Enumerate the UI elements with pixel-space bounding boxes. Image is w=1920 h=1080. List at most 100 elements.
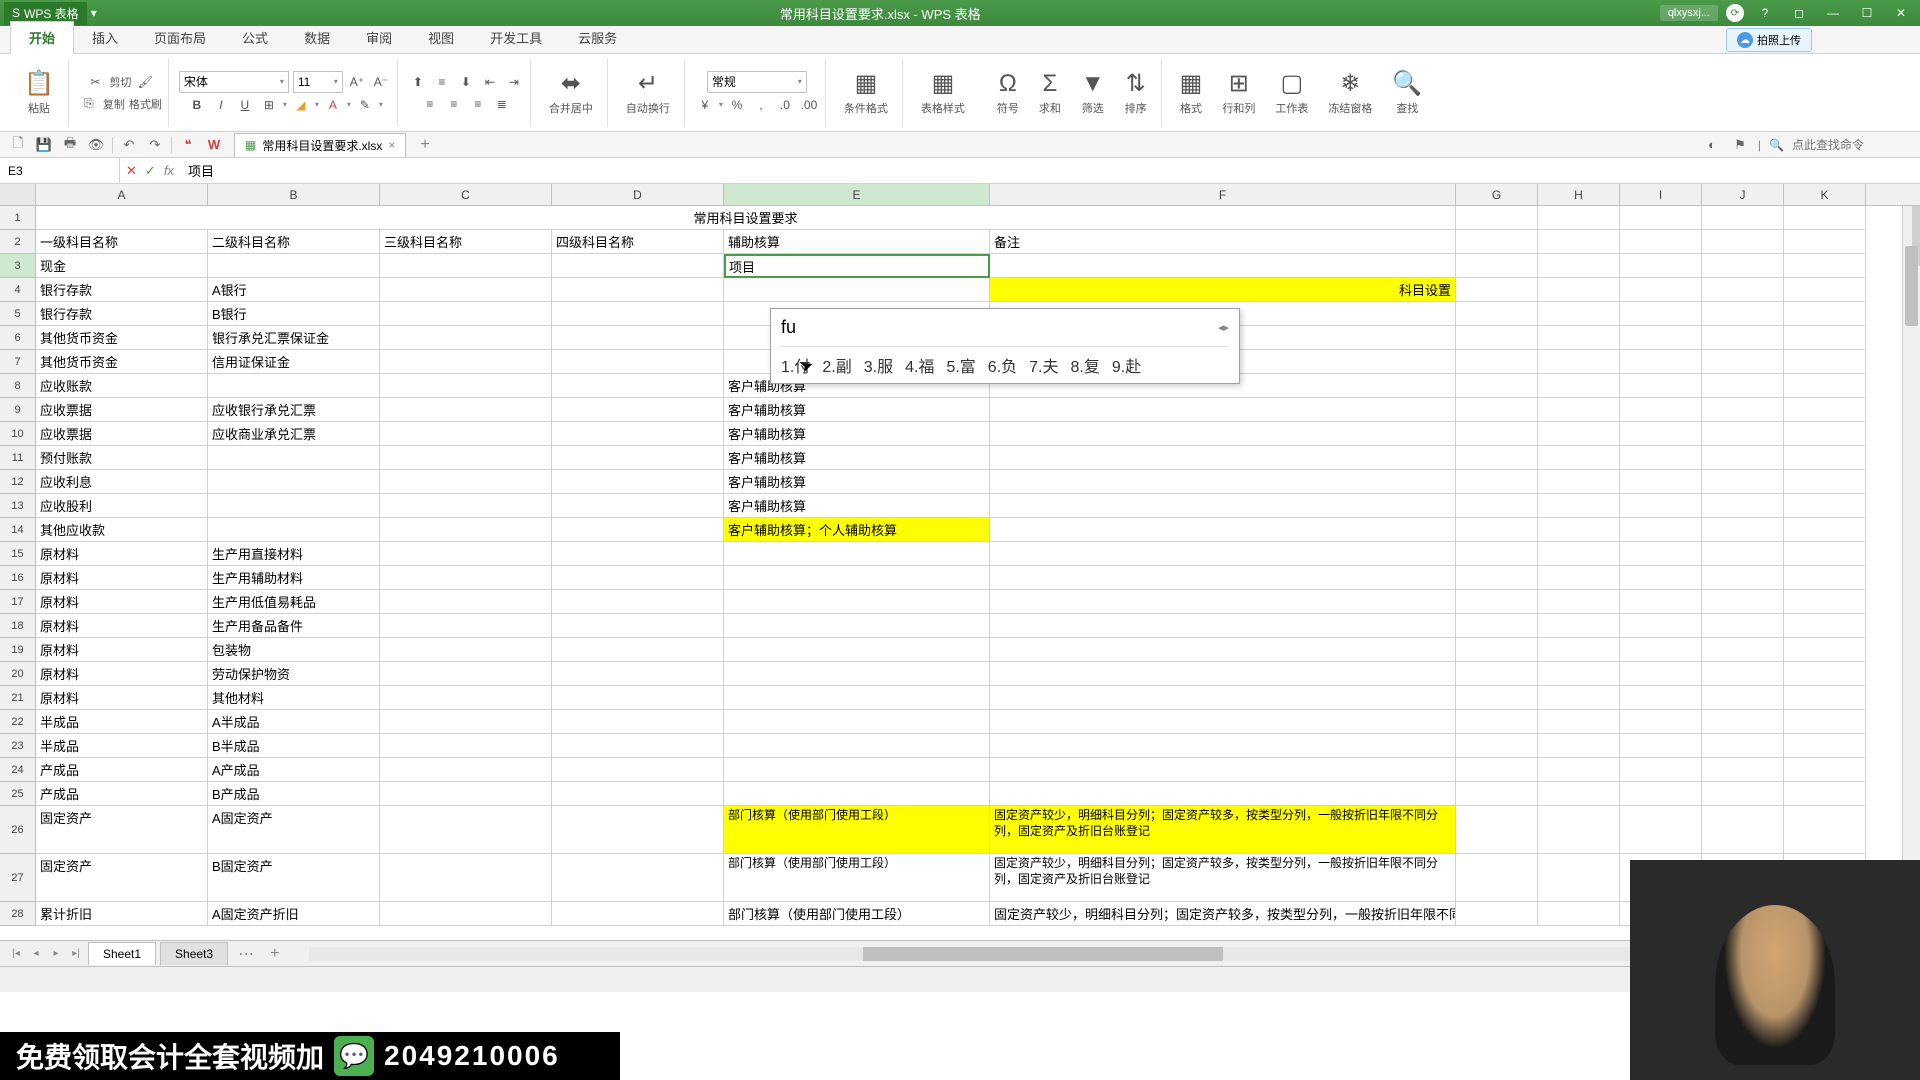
cell[interactable]: 固定资产较少，明细科目分列；固定资产较多，按类型分列，一般按折旧年限不同分列，固…	[990, 806, 1456, 854]
row-header[interactable]: 10	[0, 422, 36, 446]
cell[interactable]	[1538, 734, 1620, 758]
cell[interactable]	[1456, 758, 1538, 782]
cell[interactable]	[1620, 638, 1702, 662]
cell[interactable]	[1702, 398, 1784, 422]
cell[interactable]	[552, 710, 724, 734]
cell[interactable]	[1702, 422, 1784, 446]
cell[interactable]	[1620, 206, 1702, 230]
cell[interactable]: 原材料	[36, 566, 208, 590]
cell[interactable]	[552, 566, 724, 590]
row-header[interactable]: 3	[0, 254, 36, 278]
underline-button[interactable]: U	[235, 95, 255, 115]
cell[interactable]: B银行	[208, 302, 380, 326]
cell[interactable]	[380, 566, 552, 590]
cell[interactable]	[1702, 326, 1784, 350]
cell[interactable]	[1620, 278, 1702, 302]
row-header[interactable]: 19	[0, 638, 36, 662]
cell[interactable]	[380, 350, 552, 374]
row-header[interactable]: 8	[0, 374, 36, 398]
w-icon[interactable]: W	[204, 135, 224, 155]
cell[interactable]	[1620, 734, 1702, 758]
cell[interactable]	[990, 758, 1456, 782]
user-badge[interactable]: qlxysxj...	[1660, 5, 1718, 21]
cell[interactable]	[1702, 542, 1784, 566]
cell[interactable]	[380, 374, 552, 398]
cell[interactable]	[1620, 302, 1702, 326]
cell[interactable]	[208, 494, 380, 518]
row-header[interactable]: 7	[0, 350, 36, 374]
cell[interactable]	[1538, 782, 1620, 806]
align-mid-icon[interactable]: ≡	[432, 72, 452, 92]
cell[interactable]: 预付账款	[36, 446, 208, 470]
cell[interactable]	[1784, 254, 1866, 278]
cell[interactable]	[1784, 566, 1866, 590]
cell[interactable]	[1702, 494, 1784, 518]
maximize-button[interactable]: ☐	[1854, 4, 1880, 22]
cell[interactable]	[380, 542, 552, 566]
cell[interactable]	[208, 446, 380, 470]
cell[interactable]: 部门核算（使用部门使用工段）	[724, 902, 990, 926]
col-header[interactable]: H	[1538, 184, 1620, 205]
rowcol-button[interactable]: ⊞行和列	[1214, 65, 1263, 120]
cell[interactable]	[1784, 758, 1866, 782]
col-header[interactable]: K	[1784, 184, 1866, 205]
cell[interactable]	[1702, 686, 1784, 710]
cell[interactable]	[1456, 470, 1538, 494]
sum-button[interactable]: Σ求和	[1031, 66, 1069, 120]
save-icon[interactable]: 💾	[34, 135, 54, 155]
cell[interactable]	[990, 614, 1456, 638]
cell[interactable]	[1702, 518, 1784, 542]
cancel-icon[interactable]: ✕	[126, 163, 137, 179]
cell[interactable]: 生产用直接材料	[208, 542, 380, 566]
row-header[interactable]: 28	[0, 902, 36, 926]
cell[interactable]	[380, 782, 552, 806]
cell[interactable]	[552, 302, 724, 326]
sort-button[interactable]: ⇅排序	[1117, 65, 1155, 120]
cell[interactable]	[552, 446, 724, 470]
select-all-corner[interactable]	[0, 184, 36, 205]
cell[interactable]	[208, 254, 380, 278]
cell[interactable]	[1784, 470, 1866, 494]
cell[interactable]	[1620, 350, 1702, 374]
brush-icon[interactable]: 🖌	[135, 72, 155, 92]
cell[interactable]	[1784, 326, 1866, 350]
scroll-thumb[interactable]	[1905, 246, 1918, 326]
sheet-tab[interactable]: Sheet1	[88, 942, 156, 965]
paste-button[interactable]: 📋粘贴	[16, 65, 62, 120]
cell[interactable]: 四级科目名称	[552, 230, 724, 254]
cell[interactable]	[1456, 422, 1538, 446]
ime-candidate[interactable]: 3.服	[864, 353, 893, 377]
cell[interactable]: 其他货币资金	[36, 326, 208, 350]
col-header[interactable]: J	[1702, 184, 1784, 205]
help-icon[interactable]: ?	[1752, 4, 1778, 22]
cell[interactable]: 银行承兑汇票保证金	[208, 326, 380, 350]
cell[interactable]: 其他货币资金	[36, 350, 208, 374]
cell[interactable]	[1784, 686, 1866, 710]
row-header[interactable]: 17	[0, 590, 36, 614]
filter-button[interactable]: ▼筛选	[1073, 66, 1113, 120]
cell[interactable]: 客户辅助核算；个人辅助核算	[724, 518, 990, 542]
tab-insert[interactable]: 插入	[74, 22, 136, 53]
cell[interactable]: 半成品	[36, 734, 208, 758]
row-header[interactable]: 27	[0, 854, 36, 902]
cell[interactable]	[1538, 614, 1620, 638]
cell[interactable]	[990, 566, 1456, 590]
preview-icon[interactable]: 👁	[86, 135, 106, 155]
ime-candidate[interactable]: 4.福	[905, 353, 934, 377]
cell[interactable]: 原材料	[36, 638, 208, 662]
cell[interactable]	[1702, 566, 1784, 590]
cell[interactable]	[208, 470, 380, 494]
cell[interactable]	[1456, 374, 1538, 398]
cell[interactable]	[1702, 782, 1784, 806]
cell[interactable]	[380, 854, 552, 902]
cell[interactable]	[990, 518, 1456, 542]
cell[interactable]: 原材料	[36, 662, 208, 686]
cell[interactable]: 固定资产较少，明细科目分列；固定资产较多，按类型分列，一般按折旧年限不同分列，固…	[990, 854, 1456, 902]
cell[interactable]	[1784, 710, 1866, 734]
sheet-tab[interactable]: Sheet3	[160, 942, 228, 965]
row-header[interactable]: 22	[0, 710, 36, 734]
cell[interactable]	[1702, 350, 1784, 374]
minimize-button[interactable]: —	[1820, 4, 1846, 22]
cell[interactable]: 应收银行承兑汇票	[208, 398, 380, 422]
col-header[interactable]: E	[724, 184, 990, 205]
